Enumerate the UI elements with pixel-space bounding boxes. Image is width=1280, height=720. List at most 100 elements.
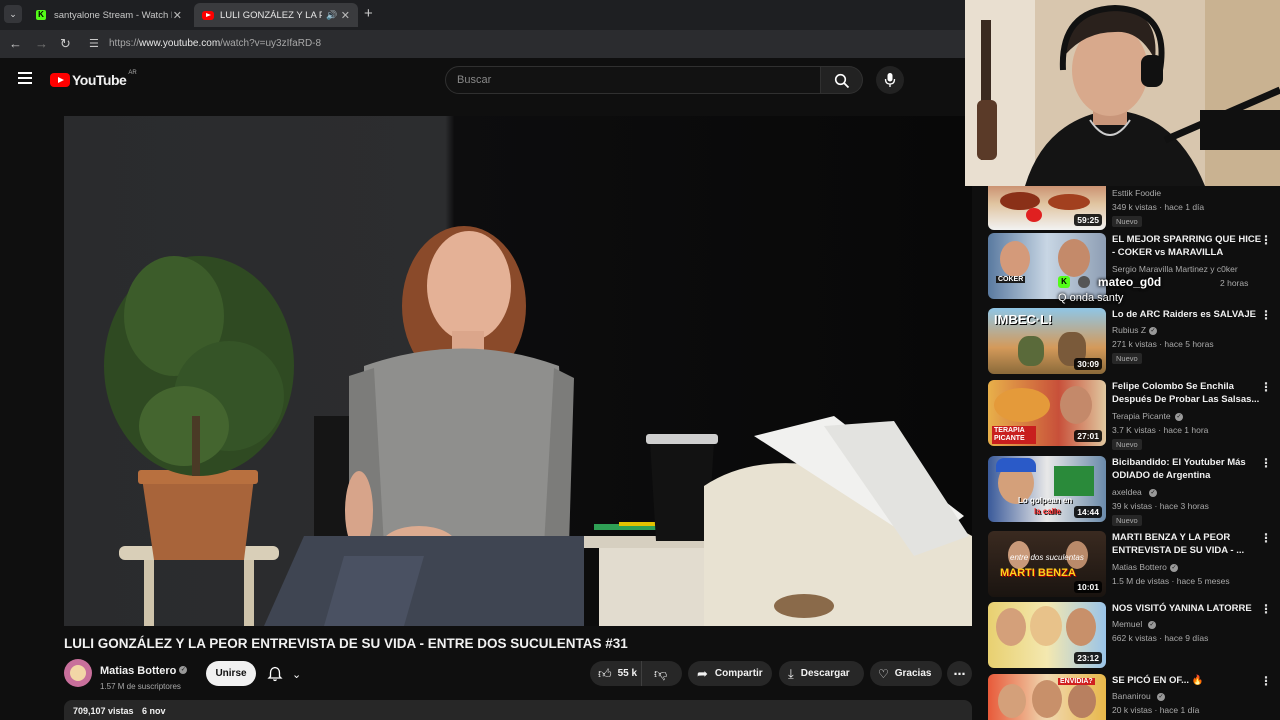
video-duration: 10:01 (1074, 581, 1102, 593)
join-button[interactable]: Unirse (206, 661, 256, 686)
search-icon (834, 73, 850, 89)
region-code: AR (128, 70, 137, 76)
thumbnail-text: la calle (1034, 507, 1061, 516)
like-button[interactable]: 👍︎ 55 k (590, 661, 642, 686)
url-field[interactable]: https://www.youtube.com/watch?v=uy3zIfaR… (109, 38, 321, 49)
verified-icon: ✓ (1148, 621, 1156, 629)
recommendation-item[interactable]: ENVIDIA? SE PICÓ EN OF... 🔥 Bananirou ✓ 2… (988, 674, 1280, 720)
chat-user-icon (1078, 275, 1091, 288)
video-thumbnail[interactable]: TERAPIA PICANTE 27:01 (988, 380, 1106, 446)
recommendation-item[interactable]: entre dos suculentas MARTI BENZA 10:01 M… (988, 531, 1280, 601)
tab-list-dropdown-button[interactable]: ⌄ (4, 5, 22, 23)
back-icon[interactable]: ← (9, 36, 22, 51)
recommendation-item[interactable]: Lo golpean en la calle 14:44 Bicibandido… (988, 456, 1280, 526)
video-frame-image (64, 116, 972, 626)
tab-label: LULI GONZÁLEZ Y LA PEOR (220, 9, 322, 21)
video-player[interactable] (64, 116, 972, 626)
stream-chat-overlay: K mateo_g0d Q onda santy (1058, 273, 1161, 304)
thumbnail-text: entre dos suculentas (1010, 553, 1084, 562)
browser-tab-bar: ⌄ K santyalone Stream - Watch Live ✕ LUL… (0, 0, 965, 30)
video-meta: 349 k vistas · hace 1 día (1112, 202, 1205, 212)
video-channel: Esttik Foodie (1112, 188, 1162, 198)
video-channel: Memuel (1112, 619, 1143, 629)
video-title: SE PICÓ EN OF... 🔥 (1112, 675, 1204, 686)
video-title: Lo de ARC Raiders es SALVAJE (1112, 309, 1256, 320)
tab-kick-stream[interactable]: K santyalone Stream - Watch Live ✕ (28, 3, 190, 27)
new-tab-button[interactable]: + (364, 5, 373, 22)
video-duration: 30:09 (1074, 358, 1102, 370)
video-title: LULI GONZÁLEZ Y LA PEOR ENTREVISTA DE SU… (64, 636, 628, 651)
tab-label: santyalone Stream - Watch Live (54, 9, 172, 21)
streamer-webcam (965, 0, 1280, 186)
tab-youtube-video[interactable]: LULI GONZÁLEZ Y LA PEOR 🔊 ✕ (194, 3, 358, 27)
dislike-button[interactable]: 👎︎ (642, 666, 667, 682)
new-badge: Nuevo (1112, 216, 1142, 227)
thumbnail-text: Lo golpean en (1018, 496, 1073, 505)
verified-icon: ✓ (179, 665, 188, 674)
audio-playing-icon[interactable]: 🔊 (326, 10, 337, 21)
chat-message: Q onda santy (1058, 292, 1124, 304)
video-thumbnail[interactable]: ENVIDIA? (988, 674, 1106, 720)
video-channel: axeldea (1112, 487, 1142, 497)
download-button[interactable]: ⤓ Descargar (779, 661, 864, 686)
youtube-logo[interactable]: YouTube AR (50, 70, 137, 89)
video-channel: Terapia Picante (1112, 411, 1171, 421)
video-channel: Rubius Z (1112, 325, 1147, 335)
recommendation-item[interactable]: 59:25 Esttik Foodie 349 k vistas · hace … (988, 186, 1280, 230)
recommendation-item[interactable]: 23:12 NOS VISITÓ YANINA LATORRE Memuel ✓ … (988, 602, 1280, 672)
video-channel: Matias Bottero (1112, 562, 1167, 572)
more-vertical-icon[interactable]: ⋮ (1260, 380, 1272, 394)
kick-icon: K (36, 10, 46, 20)
thumbnail-text: MARTI BENZA (1000, 567, 1076, 579)
more-vertical-icon[interactable]: ⋮ (1260, 233, 1272, 247)
video-title: Bicibandido: El Youtuber Más ODIADO de A… (1112, 457, 1246, 481)
share-icon: ➦ (697, 665, 708, 681)
video-thumbnail[interactable]: IMBEC·L! 30:09 (988, 308, 1106, 374)
video-thumbnail[interactable]: entre dos suculentas MARTI BENZA 10:01 (988, 531, 1106, 597)
description-box[interactable]: 709,107 vistas 6 nov (64, 700, 972, 720)
verified-icon: ✓ (1175, 413, 1183, 421)
channel-avatar[interactable] (64, 659, 92, 687)
more-vertical-icon[interactable]: ⋮ (1260, 674, 1272, 688)
thumbnail-text: ENVIDIA? (1058, 678, 1095, 685)
subscription-notification-button[interactable]: ⌄ (267, 664, 301, 684)
reload-icon[interactable]: ↻ (60, 36, 71, 52)
video-meta: 271 k vistas · hace 5 horas (1112, 339, 1214, 349)
verified-icon: ✓ (1149, 489, 1157, 497)
forward-icon[interactable]: → (35, 36, 48, 51)
video-thumbnail[interactable]: 23:12 (988, 602, 1106, 668)
thanks-label: Gracias (894, 668, 932, 679)
site-settings-icon[interactable]: ☰ (89, 37, 99, 50)
video-meta: 2 horas (1220, 278, 1249, 288)
close-tab-icon[interactable]: ✕ (341, 9, 350, 22)
thanks-button[interactable]: ♡ Gracias (870, 661, 942, 686)
voice-search-button[interactable] (876, 66, 904, 94)
share-button[interactable]: ➦ Compartir (688, 661, 772, 686)
search-button[interactable] (821, 66, 863, 94)
more-vertical-icon[interactable]: ⋮ (1260, 602, 1272, 616)
download-icon: ⤓ (788, 665, 794, 681)
share-label: Compartir (714, 668, 763, 679)
view-count: 709,107 vistas (73, 706, 134, 716)
hamburger-menu-icon[interactable] (18, 72, 32, 84)
video-duration: 23:12 (1074, 652, 1102, 664)
recommendation-item[interactable]: IMBEC·L! 30:09 Lo de ARC Raiders es SALV… (988, 308, 1280, 378)
video-meta: 39 k vistas · hace 3 horas (1112, 501, 1209, 511)
new-badge: Nuevo (1112, 515, 1142, 526)
video-meta: 20 k vistas · hace 1 día (1112, 705, 1200, 715)
microphone-icon (884, 73, 896, 87)
more-vertical-icon[interactable]: ⋮ (1260, 531, 1272, 545)
recommendation-item[interactable]: TERAPIA PICANTE 27:01 Felipe Colombo Se … (988, 380, 1280, 450)
video-meta: 662 k vistas · hace 9 días (1112, 633, 1209, 643)
close-tab-icon[interactable]: ✕ (173, 9, 182, 22)
video-thumbnail[interactable]: 59:25 (988, 186, 1106, 230)
video-thumbnail[interactable]: Lo golpean en la calle 14:44 (988, 456, 1106, 522)
youtube-icon (202, 10, 214, 20)
bell-icon (267, 666, 283, 682)
channel-name[interactable]: Matias Bottero (100, 665, 176, 677)
more-vertical-icon[interactable]: ⋮ (1260, 308, 1272, 322)
more-actions-button[interactable]: ⋯ (947, 661, 972, 686)
search-input[interactable]: Buscar (445, 66, 821, 94)
like-count: 55 k (617, 668, 638, 679)
more-vertical-icon[interactable]: ⋮ (1260, 456, 1272, 470)
